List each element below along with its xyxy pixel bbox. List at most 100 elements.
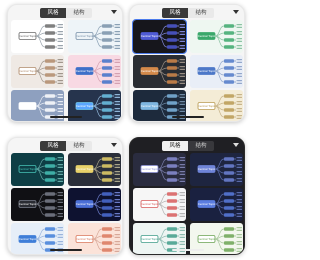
subtopic-node xyxy=(237,236,242,238)
main-topic-node xyxy=(224,45,234,49)
theme-thumbnail[interactable]: Central Topic xyxy=(11,20,64,53)
main-topic-node xyxy=(102,24,112,28)
sub-branch-line xyxy=(233,25,238,28)
subtopic-node xyxy=(115,59,120,61)
theme-thumbnail[interactable]: Central Topic xyxy=(68,20,121,53)
sub-branch-line xyxy=(111,157,116,160)
subtopic-node xyxy=(237,24,242,26)
main-topic-node xyxy=(102,115,112,119)
sub-branch-line xyxy=(111,45,116,48)
mindmap-preview: Central Topic xyxy=(18,24,63,49)
tab-style[interactable]: 风格 xyxy=(40,8,66,18)
main-topic-node xyxy=(102,192,112,196)
subtopic-node xyxy=(237,159,242,161)
theme-thumbnail[interactable]: Central Topic xyxy=(133,55,186,88)
main-topic-node xyxy=(167,199,177,203)
sub-branch-line xyxy=(233,171,238,174)
subtopic-node xyxy=(58,173,63,175)
tab-style[interactable]: 风格 xyxy=(40,141,66,151)
theme-thumbnail[interactable]: Central Topic xyxy=(190,153,243,186)
sub-branch-line xyxy=(233,32,238,35)
sub-branch-line xyxy=(54,74,59,77)
sub-branch-line xyxy=(176,207,181,210)
mindmap-preview: Central Topic xyxy=(197,24,242,49)
sub-branch-line xyxy=(111,206,116,209)
mindmap-preview: Central Topic xyxy=(197,59,242,84)
sub-branch-line xyxy=(233,213,238,216)
sub-branch-line xyxy=(54,31,59,34)
tab-structure[interactable]: 结构 xyxy=(188,8,214,18)
sub-branch-line xyxy=(54,45,59,48)
sub-branch-line xyxy=(111,193,116,196)
main-topic-node xyxy=(167,164,177,168)
subtopic-node xyxy=(58,164,63,166)
theme-thumbnail[interactable]: Central Topic xyxy=(11,153,64,186)
tab-structure[interactable]: 结构 xyxy=(188,141,214,151)
theme-thumbnail[interactable]: Central Topic xyxy=(11,55,64,88)
sub-branch-line xyxy=(233,81,238,84)
theme-thumbnail[interactable]: Central Topic xyxy=(190,20,243,53)
main-topic-node xyxy=(167,157,177,161)
subtopic-node xyxy=(180,61,185,63)
sub-branch-line xyxy=(111,164,116,167)
theme-thumbnail[interactable]: Central Topic xyxy=(190,55,243,88)
sub-branch-line xyxy=(233,158,238,161)
sub-branch-line xyxy=(54,193,59,196)
main-topic-node xyxy=(45,192,55,196)
sub-branch-line xyxy=(54,178,59,181)
chevron-down-icon[interactable] xyxy=(111,10,117,14)
main-topic-node xyxy=(45,199,55,203)
main-topic-node xyxy=(45,31,55,35)
sub-branch-line xyxy=(176,213,181,216)
branch-line xyxy=(35,165,46,170)
subtopic-node xyxy=(180,94,185,96)
subtopic-node xyxy=(180,243,185,245)
central-topic-label: Central Topic xyxy=(76,167,94,171)
tab-style[interactable]: 风格 xyxy=(162,8,188,18)
theme-thumbnail[interactable]: Central Topic xyxy=(68,188,121,221)
sub-branch-line xyxy=(233,178,238,181)
theme-thumbnail[interactable]: Central Topic xyxy=(11,188,64,221)
chevron-down-icon[interactable] xyxy=(233,143,239,147)
theme-grid: Central Topic Central Topic Central Topic C… xyxy=(132,19,243,121)
segmented-control: 风格 结构 xyxy=(162,141,214,151)
subtopic-node xyxy=(180,66,185,68)
segmented-control: 风格 结构 xyxy=(40,8,92,18)
theme-thumbnail[interactable]: Central Topic xyxy=(68,55,121,88)
sub-branch-line xyxy=(54,38,59,41)
chevron-down-icon[interactable] xyxy=(111,143,117,147)
subtopic-node xyxy=(180,206,185,208)
sub-branch-line xyxy=(176,45,181,48)
theme-thumbnail[interactable]: Central Topic xyxy=(133,153,186,186)
chevron-down-icon[interactable] xyxy=(233,10,239,14)
branch-line xyxy=(92,102,103,107)
sub-branch-line xyxy=(176,32,181,35)
sub-branch-line xyxy=(54,46,59,49)
theme-thumbnail[interactable]: Central Topic xyxy=(133,188,186,221)
sub-branch-line xyxy=(176,80,181,83)
sub-branch-line xyxy=(233,101,238,104)
sub-branch-line xyxy=(111,74,116,77)
subtopic-node xyxy=(237,173,242,175)
theme-thumbnail[interactable]: Central Topic xyxy=(132,19,187,54)
sub-branch-line xyxy=(176,164,181,167)
sub-branch-line xyxy=(54,81,59,84)
subtopic-node xyxy=(115,108,120,110)
tab-style[interactable]: 风格 xyxy=(162,141,188,151)
main-topic-node xyxy=(167,234,177,238)
subtopic-node xyxy=(115,227,120,229)
central-topic-label: Central Topic xyxy=(198,167,216,171)
theme-thumbnail[interactable]: Central Topic xyxy=(190,188,243,221)
sub-branch-line xyxy=(176,108,181,111)
main-topic-node xyxy=(224,164,234,168)
sub-branch-line xyxy=(54,101,59,104)
tab-structure[interactable]: 结构 xyxy=(66,8,92,18)
subtopic-node xyxy=(58,45,63,47)
theme-thumbnail[interactable]: Central Topic xyxy=(68,153,121,186)
main-topic-node xyxy=(45,66,55,70)
tab-structure[interactable]: 结构 xyxy=(66,141,92,151)
main-topic-node xyxy=(102,80,112,84)
sub-branch-line xyxy=(111,94,116,97)
subtopic-node xyxy=(237,234,242,236)
subtopic-node xyxy=(180,68,185,70)
